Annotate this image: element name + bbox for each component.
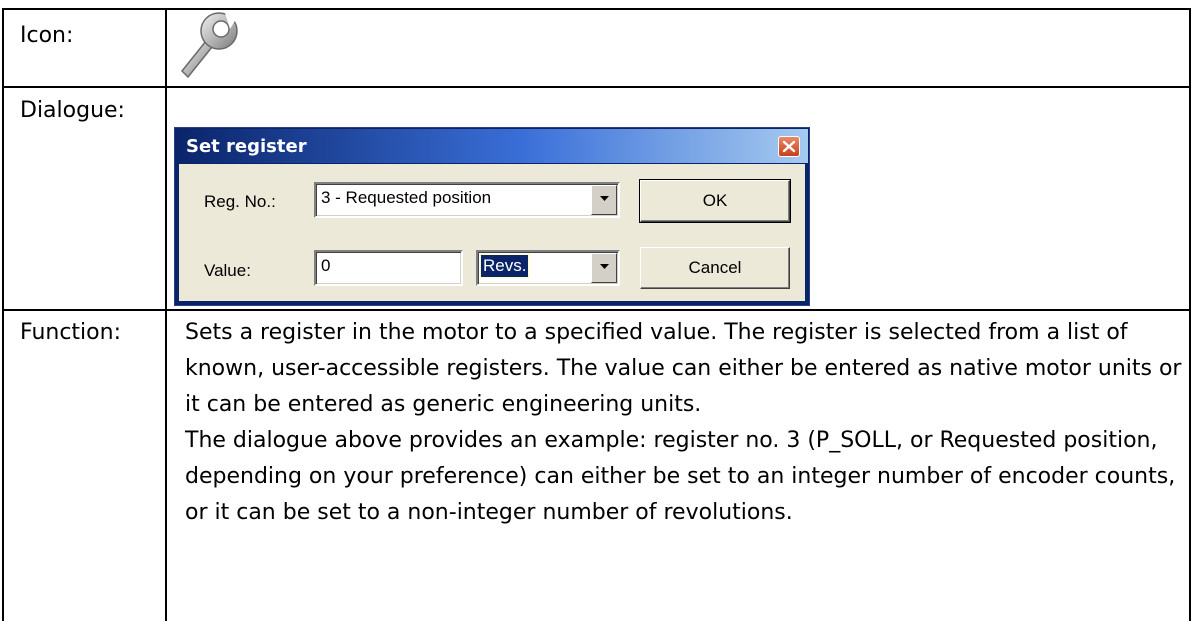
row-label-icon: Icon: [20, 23, 74, 48]
table-border-left [2, 8, 4, 621]
table-border-row2 [2, 309, 1191, 311]
ok-button-label: OK [702, 191, 728, 210]
cancel-button[interactable]: Cancel [640, 247, 790, 289]
unit-dropdown[interactable]: Revs. [476, 250, 620, 286]
unit-value: Revs. [479, 254, 530, 278]
close-icon[interactable] [778, 136, 800, 157]
dialog-titlebar[interactable]: Set register [176, 129, 808, 163]
function-description: Sets a register in the motor to a specif… [185, 315, 1185, 531]
dialog-title: Set register [186, 136, 307, 157]
reg-no-dropdown[interactable]: 3 - Requested position [314, 182, 620, 218]
unit-dropdown-button[interactable] [591, 253, 617, 283]
function-paragraph-1: Sets a register in the motor to a specif… [185, 320, 1182, 417]
ok-button[interactable]: OK [639, 179, 791, 223]
row-label-dialogue: Dialogue: [20, 98, 125, 123]
value-label: Value: [204, 261, 251, 280]
function-paragraph-2: The dialogue above provides an example: … [185, 428, 1176, 525]
dialog-body: Reg. No.: 3 - Requested position Value: … [179, 164, 805, 301]
value-input-text: 0 [321, 256, 331, 275]
value-input[interactable]: 0 [314, 250, 463, 286]
reg-no-dropdown-button[interactable] [591, 185, 617, 215]
reg-no-value: 3 - Requested position [321, 188, 492, 207]
set-register-dialog: Set register Reg. No.: 3 - Requested pos… [174, 127, 810, 306]
chevron-down-icon [600, 196, 609, 201]
function-table: Icon: Dialogue: Function: Set register R… [0, 0, 1191, 621]
wrench-icon [176, 9, 240, 79]
chevron-down-icon [600, 264, 609, 269]
cancel-button-label: Cancel [688, 258, 742, 277]
table-border-mid [165, 8, 167, 621]
reg-no-label: Reg. No.: [204, 192, 276, 211]
row-label-function: Function: [20, 320, 121, 345]
table-border-row1 [2, 86, 1191, 88]
